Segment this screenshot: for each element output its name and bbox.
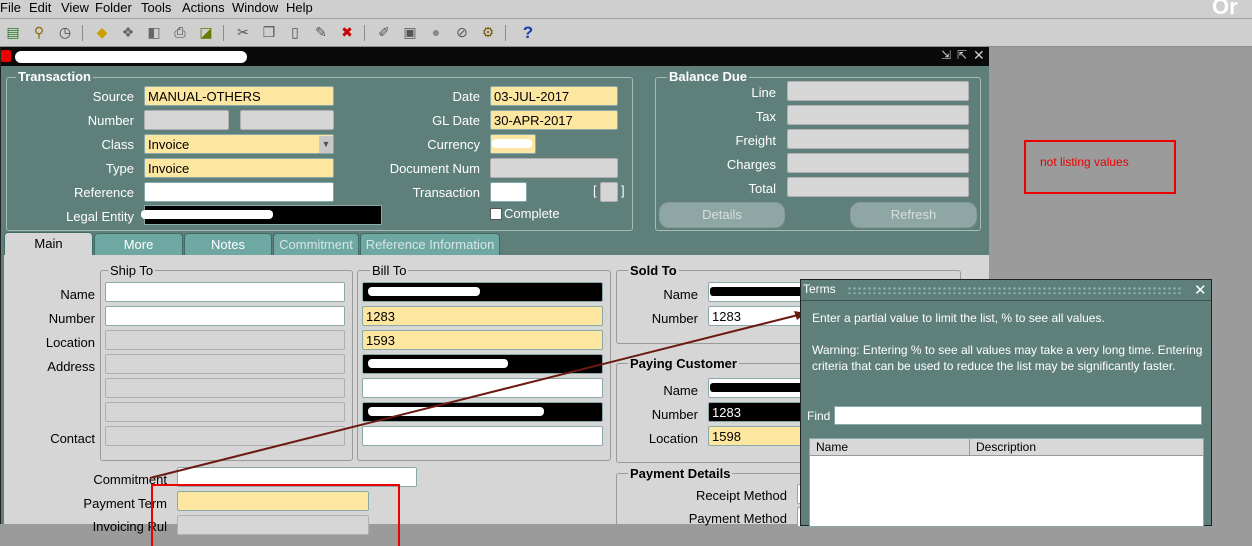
annotation-note: not listing values (1024, 140, 1176, 194)
column-header-description[interactable]: Description (970, 439, 1203, 456)
lov-hint: Enter a partial value to limit the list,… (812, 311, 1105, 325)
find-label: Find (807, 409, 831, 423)
find-input[interactable] (834, 406, 1202, 425)
column-header-name[interactable]: Name (810, 439, 970, 456)
annotation-text: not listing values (1040, 155, 1129, 169)
terms-lov-dialog: Terms ✕ Enter a partial value to limit t… (800, 279, 1212, 527)
lov-title-bar: Terms ✕ (801, 280, 1211, 301)
lov-results-list[interactable]: Name Description (809, 438, 1204, 527)
lov-title: Terms (803, 282, 836, 296)
title-grip (847, 286, 1183, 294)
lov-warning: Warning: Entering % to see all values ma… (812, 343, 1203, 373)
lov-close-icon[interactable]: ✕ (1194, 281, 1207, 299)
